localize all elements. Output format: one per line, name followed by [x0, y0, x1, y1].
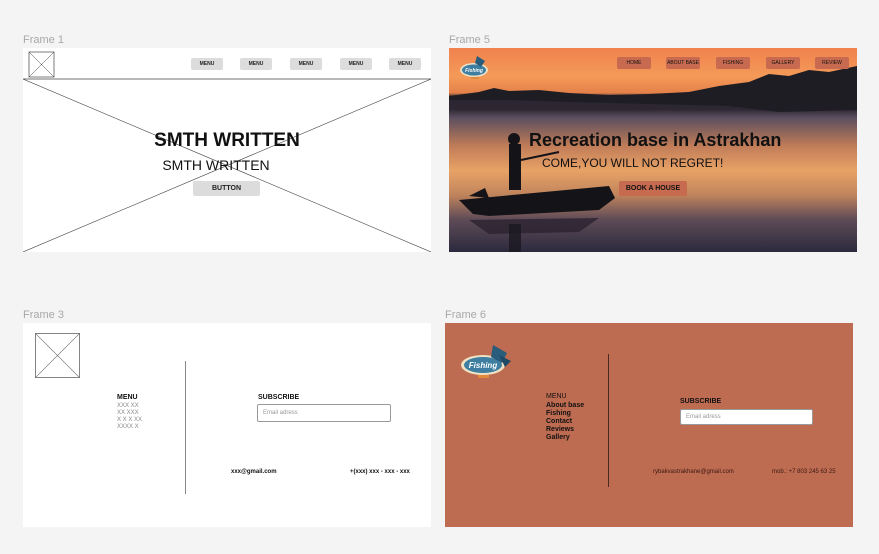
nav-about-base[interactable]: ABOUT BASE [666, 57, 700, 69]
footer-menu-item[interactable]: XXX XX [117, 403, 142, 410]
frame-3-label: Frame 3 [23, 309, 64, 321]
footer-menu-item[interactable]: XX XXX [117, 410, 142, 417]
footer-link-contact[interactable]: Contact [546, 418, 584, 426]
frame-5-hero[interactable]: Fishing HOME ABOUT BASE FISHING GALLERY … [449, 48, 857, 252]
footer-menu-list: About base Fishing Contact Reviews Galle… [546, 402, 584, 442]
wire-menu-button-5[interactable]: MENU [389, 58, 421, 70]
footer-divider [608, 354, 609, 487]
wire-menu-button-1[interactable]: MENU [191, 58, 223, 70]
wire-heading: SMTH WRITTEN [154, 130, 300, 151]
wire-menu-button-3[interactable]: MENU [290, 58, 322, 70]
logo-text: Fishing [465, 68, 483, 74]
wire-menu-button-2[interactable]: MENU [240, 58, 272, 70]
frame-3-wireframe-footer[interactable]: MENU XXX XX XX XXX X X X XX XXXX X SUBSC… [23, 323, 431, 527]
frame-1-label: Frame 1 [23, 34, 64, 46]
footer-menu-item[interactable]: XXXX X [117, 424, 142, 431]
wire-menu-button-4[interactable]: MENU [340, 58, 372, 70]
fishing-logo: Fishing [461, 345, 511, 378]
subscribe-title: SUBSCRIBE [258, 394, 300, 401]
wire-cta-button[interactable]: BUTTON [193, 181, 260, 196]
logo-text: Fishing [469, 361, 498, 370]
contact-email[interactable]: rybakvastrakhane@gmail.com [653, 469, 734, 475]
book-house-button[interactable]: BOOK A HOUSE [619, 181, 687, 196]
nav-home[interactable]: HOME [617, 57, 651, 69]
frame-6-label: Frame 6 [445, 309, 486, 321]
nav-gallery[interactable]: GALLERY [766, 57, 800, 69]
email-input[interactable]: Email adress [257, 404, 391, 422]
footer-link-gallery[interactable]: Gallery [546, 434, 584, 442]
email-input[interactable]: Email adress [680, 409, 813, 425]
frame-6-footer[interactable]: Fishing MENU About base Fishing Contact … [445, 323, 853, 527]
footer-divider [185, 361, 186, 494]
nav-review[interactable]: REVIEW [815, 57, 849, 69]
footer-menu-title: MENU [117, 394, 138, 401]
frame-1-wireframe[interactable]: MENU MENU MENU MENU MENU SMTH WRITTEN SM… [23, 48, 431, 252]
footer-menu-item[interactable]: X X X XX [117, 417, 142, 424]
contact-phone[interactable]: +(xxx) xxx - xxx - xxx [350, 469, 410, 475]
footer-link-about-base[interactable]: About base [546, 402, 584, 410]
hero-subtitle: COME,YOU WILL NOT REGRET! [542, 156, 724, 170]
contact-email[interactable]: xxx@gmail.com [231, 469, 277, 475]
contact-phone[interactable]: mob.: +7 803 245 63 25 [772, 469, 836, 475]
fishing-logo: Fishing [460, 56, 488, 79]
footer-menu-title: MENU [546, 393, 567, 400]
footer-link-reviews[interactable]: Reviews [546, 426, 584, 434]
nav-fishing[interactable]: FISHING [716, 57, 750, 69]
logo-placeholder [35, 333, 80, 378]
wire-subheading: SMTH WRITTEN [162, 157, 270, 173]
subscribe-title: SUBSCRIBE [680, 398, 722, 405]
frame-5-label: Frame 5 [449, 34, 490, 46]
hero-title: Recreation base in Astrakhan [529, 130, 782, 150]
footer-menu-list: XXX XX XX XXX X X X XX XXXX X [117, 403, 142, 431]
footer-link-fishing[interactable]: Fishing [546, 410, 584, 418]
